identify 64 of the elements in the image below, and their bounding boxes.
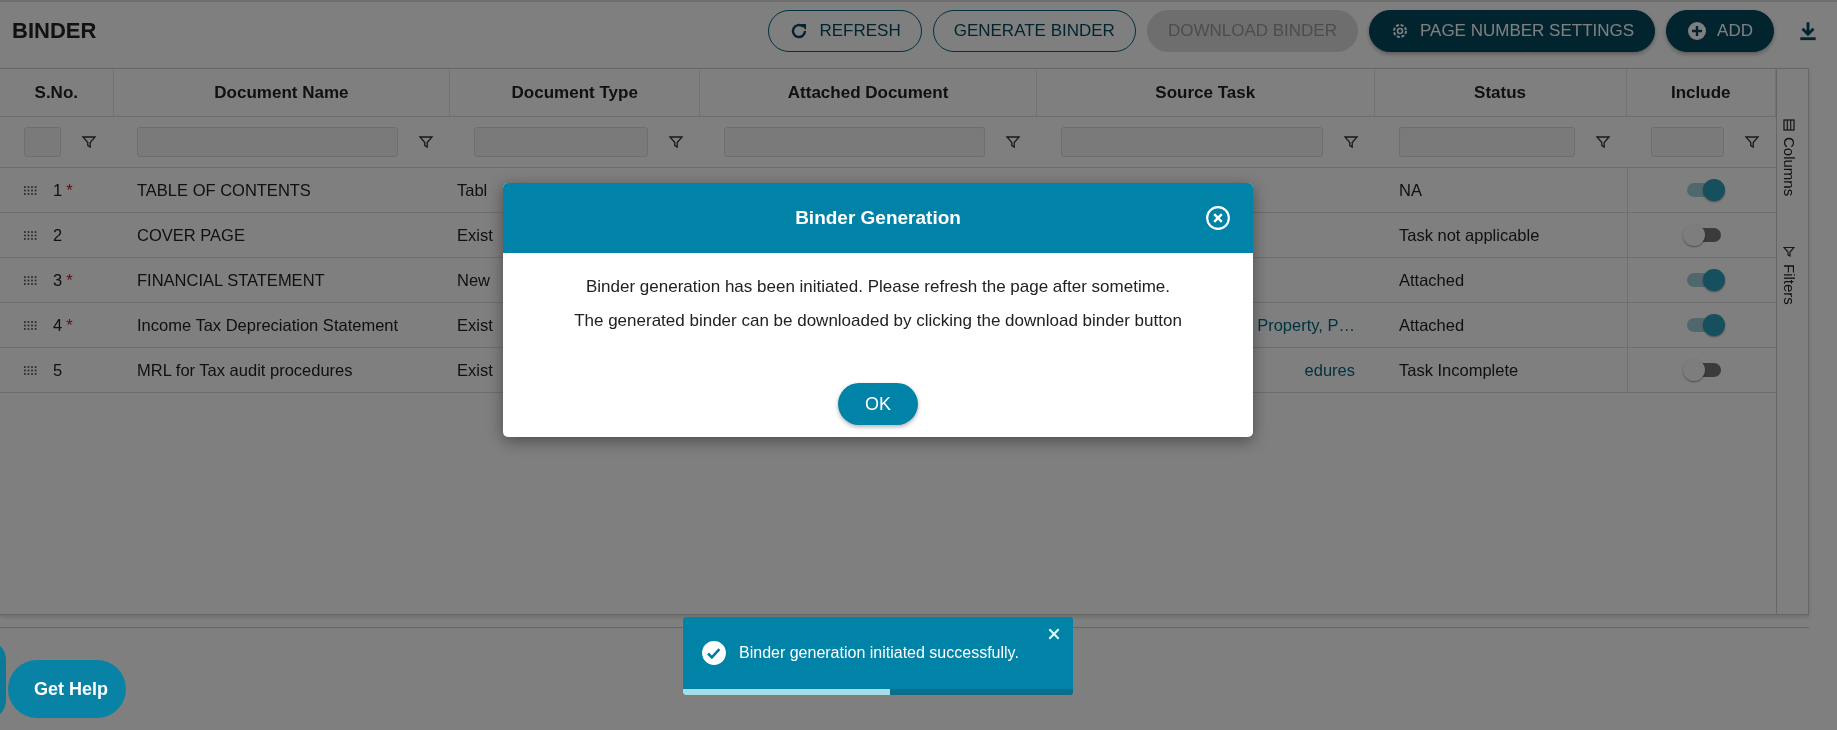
plus-icon — [1687, 21, 1708, 41]
required-mark: * — [66, 270, 73, 290]
column-header[interactable]: Status — [1474, 82, 1527, 103]
side-panel-tab[interactable]: Columns — [1780, 119, 1798, 197]
filter-icon[interactable] — [1744, 134, 1760, 150]
table-cell: NA — [1399, 180, 1422, 200]
column-header[interactable]: Source Task — [1155, 82, 1256, 103]
toolbar-button[interactable]: GENERATE BINDER — [932, 10, 1136, 52]
serial-number: 1 — [53, 180, 63, 200]
filter-icon[interactable] — [1595, 134, 1611, 150]
get-help-button[interactable]: Get Help — [8, 660, 126, 718]
drag-handle-icon[interactable] — [24, 184, 37, 196]
filter-icon[interactable] — [668, 134, 684, 150]
table-cell: Attached — [1399, 270, 1465, 290]
table-cell: Exist — [457, 225, 493, 245]
toolbar-button[interactable]: PAGE NUMBER SETTINGS — [1369, 10, 1656, 52]
close-icon[interactable] — [1047, 627, 1061, 641]
serial-number: 3 — [53, 270, 63, 290]
drag-handle-icon[interactable] — [24, 274, 37, 286]
table-cell: COVER PAGE — [137, 225, 245, 245]
toast-message: Binder generation initiated successfully. — [739, 644, 1019, 662]
drag-handle-icon[interactable] — [24, 319, 37, 331]
dialog-message: The generated binder can be downloaded by clicking the download binder button — [574, 311, 1182, 331]
required-mark: * — [66, 315, 73, 335]
column-header[interactable]: S.No. — [34, 82, 78, 103]
table-cell: New — [457, 270, 490, 290]
serial-number: 5 — [53, 360, 63, 380]
drag-handle-icon[interactable] — [24, 229, 37, 241]
task-link[interactable]: edures — [1304, 360, 1355, 380]
task-link[interactable]: Property, P… — [1257, 315, 1355, 335]
check-icon — [701, 640, 727, 666]
column-header[interactable]: Include — [1671, 82, 1731, 103]
filter-icon[interactable] — [1005, 134, 1021, 150]
table-cell: Attached — [1399, 315, 1465, 335]
table-cell: Exist — [457, 360, 493, 380]
table-cell: Income Tax Depreciation Statement — [137, 315, 399, 335]
filter-icon[interactable] — [418, 134, 434, 150]
dialog-message: Binder generation has been initiated. Please refresh the page after sometime. — [586, 277, 1170, 297]
required-mark: * — [66, 180, 73, 200]
page-title: BINDER — [12, 18, 97, 44]
columns-icon — [1783, 119, 1795, 131]
column-header[interactable]: Attached Document — [787, 82, 949, 103]
column-header[interactable]: Document Name — [214, 82, 349, 103]
side-panel-tab[interactable]: Filters — [1780, 246, 1798, 306]
table-cell: FINANCIAL STATEMENT — [137, 270, 325, 290]
filter-icon — [1783, 246, 1795, 259]
serial-number: 4 — [53, 315, 63, 335]
filter-icon[interactable] — [81, 134, 97, 150]
column-header[interactable]: Document Type — [511, 82, 638, 103]
settings-icon — [1390, 21, 1410, 41]
table-cell: Task Incomplete — [1399, 360, 1519, 380]
dialog-title: Binder Generation — [795, 207, 961, 229]
ok-button[interactable]: OK — [838, 383, 918, 425]
table-cell: MRL for Tax audit procedures — [137, 360, 353, 380]
filter-icon[interactable] — [1343, 134, 1359, 150]
download-icon[interactable] — [1797, 20, 1819, 42]
serial-number: 2 — [53, 225, 63, 245]
toolbar-button[interactable]: REFRESH — [768, 10, 922, 52]
table-cell: Tabl — [457, 180, 488, 200]
table-cell: Exist — [457, 315, 493, 335]
table-cell: TABLE OF CONTENTS — [137, 180, 311, 200]
drag-handle-icon[interactable] — [24, 364, 37, 376]
toolbar-button[interactable]: ADD — [1666, 10, 1774, 52]
table-cell: Task not applicable — [1399, 225, 1540, 245]
